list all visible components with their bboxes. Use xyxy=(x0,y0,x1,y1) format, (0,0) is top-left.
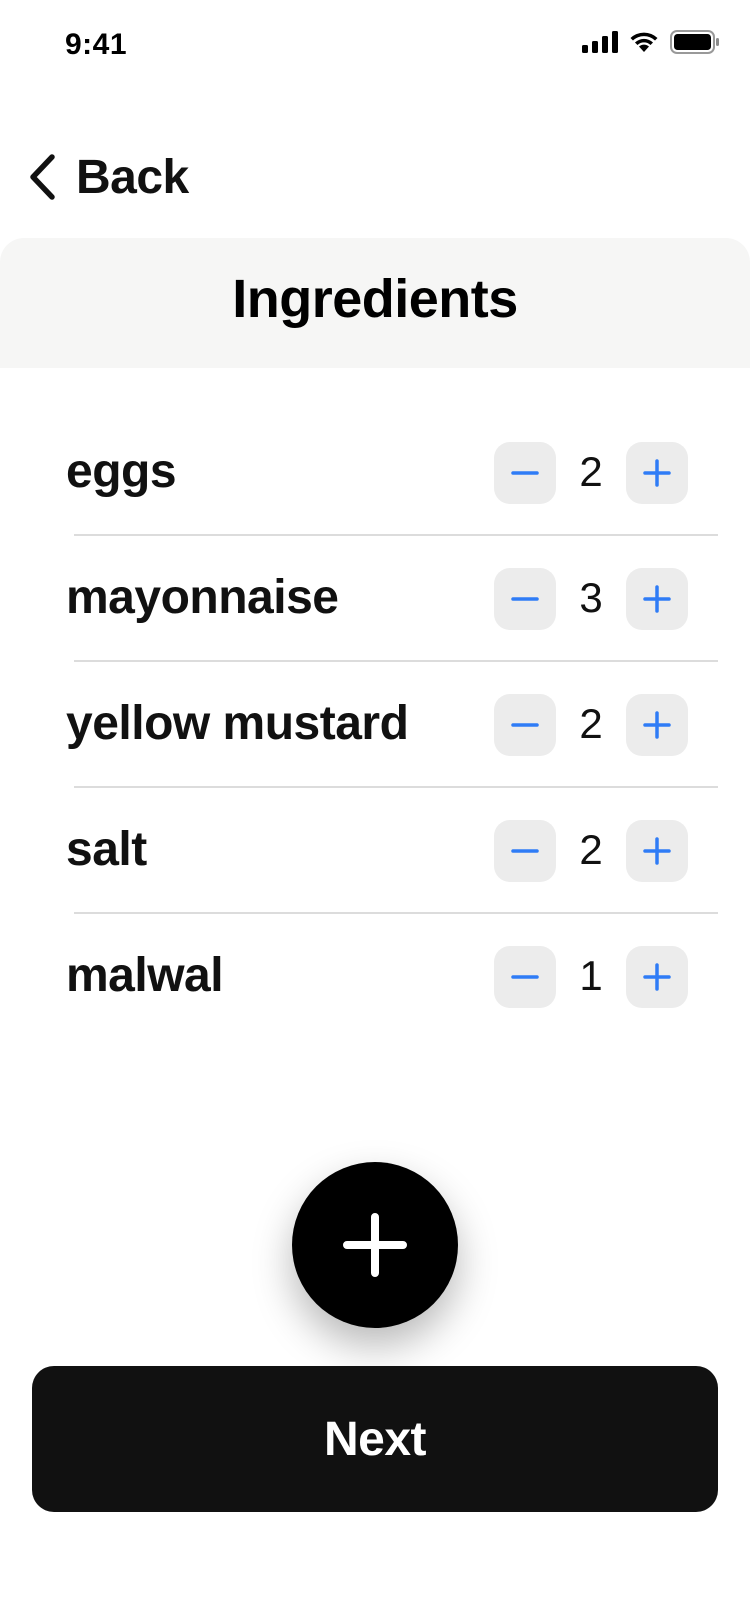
minus-icon xyxy=(511,597,539,601)
status-bar: 9:41 xyxy=(0,0,750,92)
decrement-button[interactable] xyxy=(494,568,556,630)
ingredient-name: mayonnaise xyxy=(66,571,339,624)
minus-icon xyxy=(511,975,539,979)
quantity-value: 2 xyxy=(579,700,603,747)
decrement-button[interactable] xyxy=(494,694,556,756)
quantity-stepper: 2 xyxy=(494,694,688,756)
ingredient-list: eggs 2 mayonnaise 3 yellow mustard 2 sal… xyxy=(0,410,750,1040)
status-icons xyxy=(582,30,720,54)
ingredient-name: malwal xyxy=(66,949,224,1002)
plus-icon xyxy=(343,1213,407,1277)
decrement-button[interactable] xyxy=(494,946,556,1008)
minus-icon xyxy=(511,849,539,853)
status-time: 9:41 xyxy=(65,28,128,61)
quantity-stepper: 1 xyxy=(494,946,688,1008)
ingredient-name: eggs xyxy=(66,445,177,498)
next-label: Next xyxy=(323,1412,427,1466)
battery-icon xyxy=(670,30,719,54)
plus-icon xyxy=(643,711,671,739)
ingredient-name: salt xyxy=(66,823,147,876)
quantity-value: 2 xyxy=(579,826,603,873)
plus-icon xyxy=(643,837,671,865)
ingredients-screen: 9:41 Back Ingredients eggs 2 mayonnaise … xyxy=(0,0,750,1624)
add-ingredient-button[interactable] xyxy=(292,1162,458,1328)
chevron-left-icon xyxy=(30,154,55,200)
ingredient-row: yellow mustard 2 xyxy=(0,662,750,788)
quantity-value: 3 xyxy=(579,574,603,621)
quantity-stepper: 2 xyxy=(494,442,688,504)
page-title: Ingredients xyxy=(232,269,518,329)
next-button[interactable]: Next xyxy=(32,1366,718,1512)
increment-button[interactable] xyxy=(626,568,688,630)
back-button[interactable]: Back xyxy=(28,142,189,212)
wifi-icon xyxy=(630,32,658,52)
increment-button[interactable] xyxy=(626,442,688,504)
increment-button[interactable] xyxy=(626,820,688,882)
quantity-stepper: 3 xyxy=(494,568,688,630)
decrement-button[interactable] xyxy=(494,820,556,882)
plus-icon xyxy=(643,963,671,991)
increment-button[interactable] xyxy=(626,946,688,1008)
ingredient-row: malwal 1 xyxy=(0,914,750,1040)
decrement-button[interactable] xyxy=(494,442,556,504)
minus-icon xyxy=(511,723,539,727)
quantity-value: 1 xyxy=(579,952,603,999)
ingredient-row: eggs 2 xyxy=(0,410,750,536)
quantity-stepper: 2 xyxy=(494,820,688,882)
increment-button[interactable] xyxy=(626,694,688,756)
plus-icon xyxy=(643,585,671,613)
ingredient-row: mayonnaise 3 xyxy=(0,536,750,662)
quantity-value: 2 xyxy=(579,448,603,495)
plus-icon xyxy=(643,459,671,487)
back-label: Back xyxy=(76,150,189,204)
header: Ingredients xyxy=(0,238,750,368)
ingredient-name: yellow mustard xyxy=(66,697,409,750)
cellular-signal-icon xyxy=(582,31,618,53)
ingredient-row: salt 2 xyxy=(0,788,750,914)
minus-icon xyxy=(511,471,539,475)
